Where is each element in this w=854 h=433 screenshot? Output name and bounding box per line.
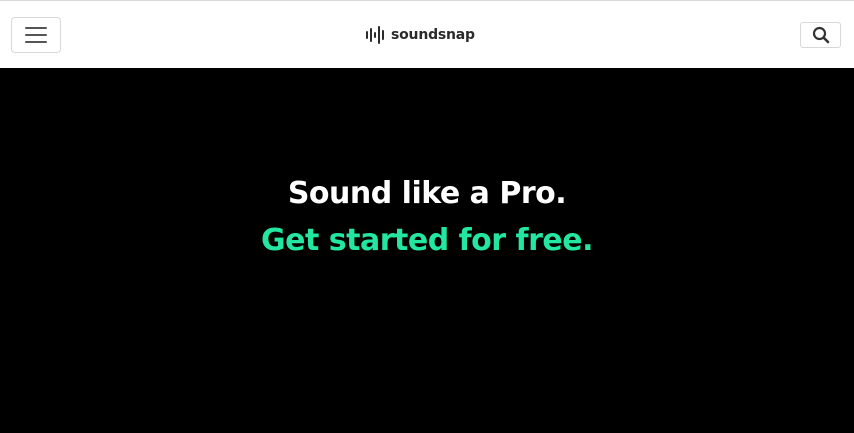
hero-section: Sound like a Pro. Get started for free. (0, 68, 854, 433)
search-button[interactable] (800, 22, 841, 48)
hero-title: Sound like a Pro. (287, 176, 567, 211)
search-icon (812, 26, 829, 44)
hamburger-icon-line-3 (25, 41, 47, 43)
hero-subtitle-link[interactable]: Get started for free. (0, 223, 854, 258)
site-header: soundsnap (0, 0, 854, 68)
hamburger-icon-line-2 (25, 34, 47, 36)
logo-text: soundsnap (391, 27, 475, 43)
menu-button[interactable] (11, 17, 61, 53)
hamburger-icon (25, 27, 47, 29)
waveform-icon (366, 26, 384, 44)
site-logo[interactable]: soundsnap (365, 24, 475, 46)
